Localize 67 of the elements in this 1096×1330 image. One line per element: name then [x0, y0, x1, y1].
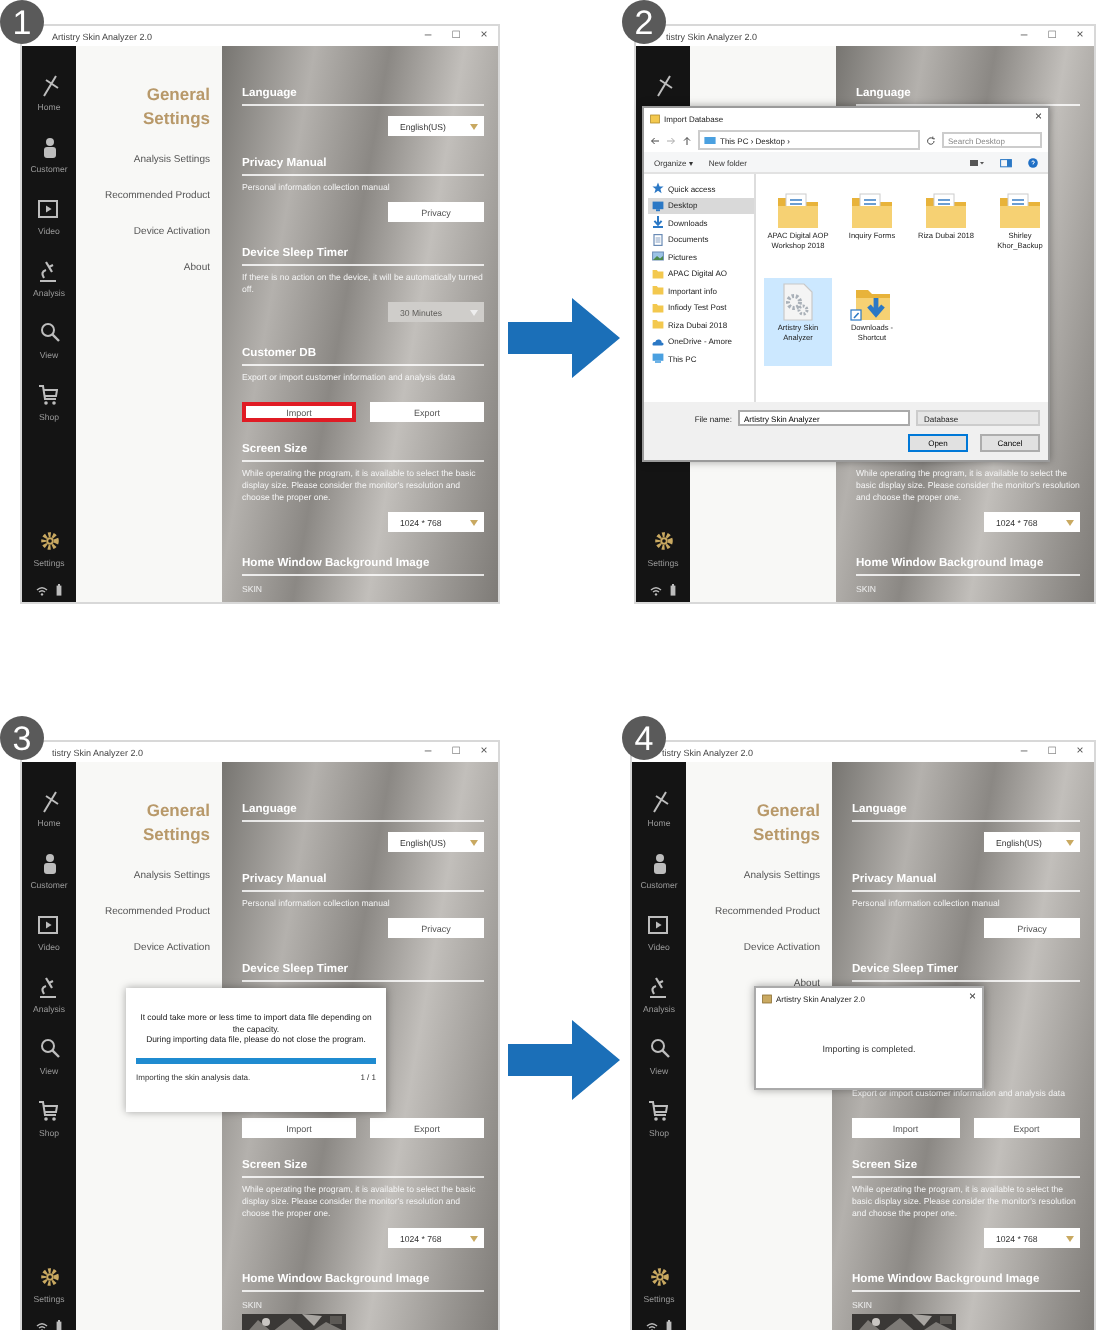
desktop-icon	[652, 199, 664, 211]
cart-icon	[38, 1100, 59, 1124]
caret-icon	[470, 1235, 478, 1241]
folder-icon	[850, 190, 894, 230]
caret-icon	[1066, 839, 1074, 845]
video-icon	[38, 914, 59, 938]
person-icon	[649, 852, 669, 876]
preview-pane-icon[interactable]	[1000, 157, 1012, 167]
settings-icon	[39, 1266, 59, 1290]
up-icon[interactable]	[682, 135, 692, 145]
folder-icon	[924, 190, 968, 230]
battery-icon	[56, 584, 62, 596]
battery-icon	[666, 1320, 672, 1330]
wand-icon	[649, 790, 669, 814]
caret-icon	[470, 839, 478, 845]
battery-icon	[670, 584, 676, 596]
view-options-icon[interactable]	[970, 157, 984, 167]
search-icon	[649, 1038, 669, 1062]
search-icon	[39, 1038, 59, 1062]
menu-title: General Settings	[140, 798, 210, 846]
wand-icon	[39, 74, 59, 98]
menu-title: General Settings	[140, 82, 210, 130]
wand-icon	[39, 790, 59, 814]
settings-icon	[653, 530, 673, 554]
cart-icon	[648, 1100, 669, 1124]
star-icon	[652, 182, 664, 194]
right-arrow-icon	[507, 1019, 619, 1099]
caret-icon	[1066, 1235, 1074, 1241]
battery-icon	[56, 1320, 62, 1330]
microscope-icon	[38, 976, 59, 1000]
cart-icon	[38, 384, 59, 408]
folder-icon	[776, 190, 820, 230]
step-badge: 2	[622, 0, 666, 44]
cloud-icon	[652, 335, 664, 347]
microscope-icon	[648, 976, 669, 1000]
right-arrow-icon	[507, 298, 619, 378]
back-icon[interactable]	[650, 135, 660, 145]
app-icon	[762, 993, 772, 1003]
video-icon	[648, 914, 669, 938]
document-icon	[652, 233, 664, 245]
caret-icon	[1066, 519, 1074, 525]
refresh-icon[interactable]	[926, 135, 936, 145]
caret-icon	[470, 309, 478, 315]
microscope-icon	[38, 260, 59, 284]
caret-icon	[470, 519, 478, 525]
video-icon	[38, 198, 59, 222]
menu-title: General Settings	[750, 798, 820, 846]
wifi-icon	[650, 585, 662, 595]
step-badge: 1	[0, 0, 44, 44]
wand-icon	[653, 74, 673, 98]
computer-icon	[652, 352, 664, 364]
wifi-icon	[36, 585, 48, 595]
picture-file-icon	[652, 250, 664, 262]
folder-icon	[998, 190, 1042, 230]
caret-icon	[470, 123, 478, 129]
search-icon	[39, 322, 59, 346]
settings-icon	[39, 530, 59, 554]
person-icon	[39, 136, 59, 160]
wifi-icon	[36, 1321, 48, 1330]
person-icon	[39, 852, 59, 876]
download-icon	[652, 216, 664, 228]
settings-icon	[649, 1266, 669, 1290]
computer-icon	[704, 135, 716, 145]
step-badge: 3	[0, 716, 44, 760]
dialog-icon	[650, 113, 660, 123]
help-icon[interactable]	[1028, 157, 1038, 167]
wifi-icon	[646, 1321, 658, 1330]
